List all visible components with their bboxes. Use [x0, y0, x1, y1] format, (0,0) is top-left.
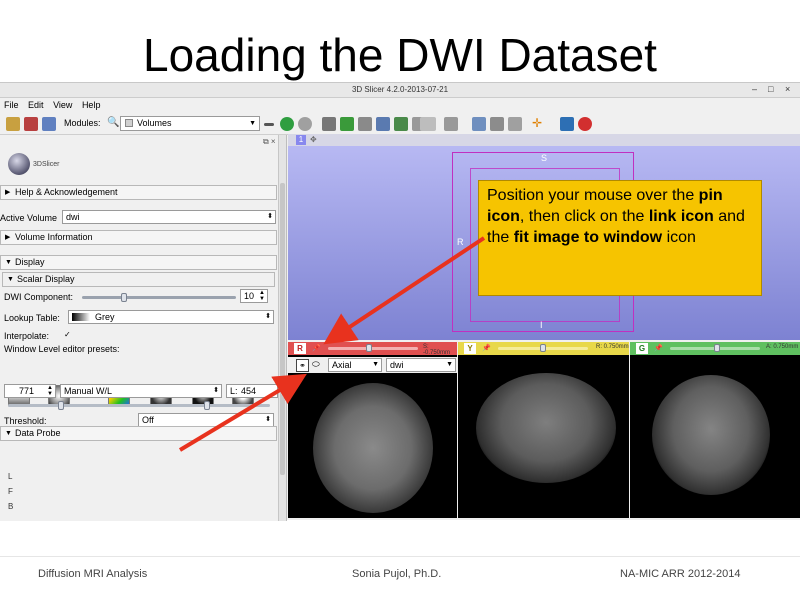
footer-center: Sonia Pujol, Ph.D. — [352, 568, 442, 580]
footer-right: NA-MIC ARR 2012-2014 — [620, 568, 741, 580]
footer-divider — [0, 556, 800, 557]
footer-left: Diffusion MRI Analysis — [38, 568, 148, 580]
arrow-to-link — [178, 373, 307, 452]
annotation-arrows — [178, 236, 486, 452]
arrow-to-pin — [323, 236, 486, 345]
